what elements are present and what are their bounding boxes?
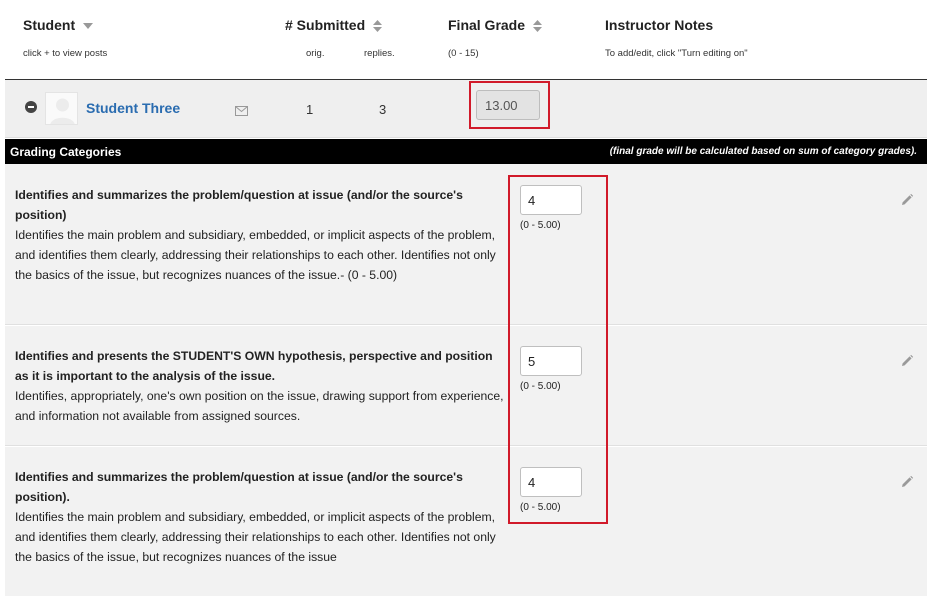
avatar-placeholder-icon xyxy=(46,93,77,124)
col-sub-instructor-notes: To add/edit, click "Turn editing on" xyxy=(605,48,748,59)
mail-icon[interactable] xyxy=(235,103,248,121)
category-description: Identifies the main problem and subsidia… xyxy=(15,510,496,564)
category-text: Identifies and summarizes the problem/qu… xyxy=(15,185,505,285)
pencil-icon[interactable] xyxy=(900,354,914,373)
grading-categories-title: Grading Categories xyxy=(10,145,122,159)
category-description: Identifies, appropriately, one's own pos… xyxy=(15,389,504,423)
col-header-instructor-notes: Instructor Notes xyxy=(605,17,714,33)
category-text: Identifies and presents the STUDENT'S OW… xyxy=(15,346,505,426)
posts-orig-count: 1 xyxy=(306,102,314,117)
category-title: Identifies and summarizes the problem/qu… xyxy=(15,470,463,504)
col-header-final-grade[interactable]: Final Grade xyxy=(448,17,543,33)
student-name-link[interactable]: Student Three xyxy=(86,100,180,116)
collapse-icon[interactable] xyxy=(25,101,37,113)
col-header-student[interactable]: Student xyxy=(23,17,94,33)
category-text: Identifies and summarizes the problem/qu… xyxy=(15,467,505,567)
category-title: Identifies and summarizes the problem/qu… xyxy=(15,188,463,222)
avatar xyxy=(45,92,78,125)
posts-replies-count: 3 xyxy=(379,102,387,117)
highlight-box-category-scores xyxy=(508,175,608,524)
col-sub-final-grade: (0 - 15) xyxy=(448,48,479,59)
col-sub-replies: replies. xyxy=(364,48,395,59)
sort-icon xyxy=(373,20,383,33)
category-title: Identifies and presents the STUDENT'S OW… xyxy=(15,349,493,383)
final-grade-field[interactable] xyxy=(476,90,540,120)
grading-categories-note: (final grade will be calculated based on… xyxy=(609,146,917,157)
pencil-icon[interactable] xyxy=(900,193,914,212)
col-sub-orig: orig. xyxy=(306,48,325,59)
pencil-icon[interactable] xyxy=(900,475,914,494)
col-header-submitted[interactable]: # Submitted xyxy=(285,17,383,33)
sort-desc-icon xyxy=(83,23,93,30)
sort-icon xyxy=(532,20,542,33)
col-sub-student: click + to view posts xyxy=(23,48,108,59)
category-description: Identifies the main problem and subsidia… xyxy=(15,228,496,282)
